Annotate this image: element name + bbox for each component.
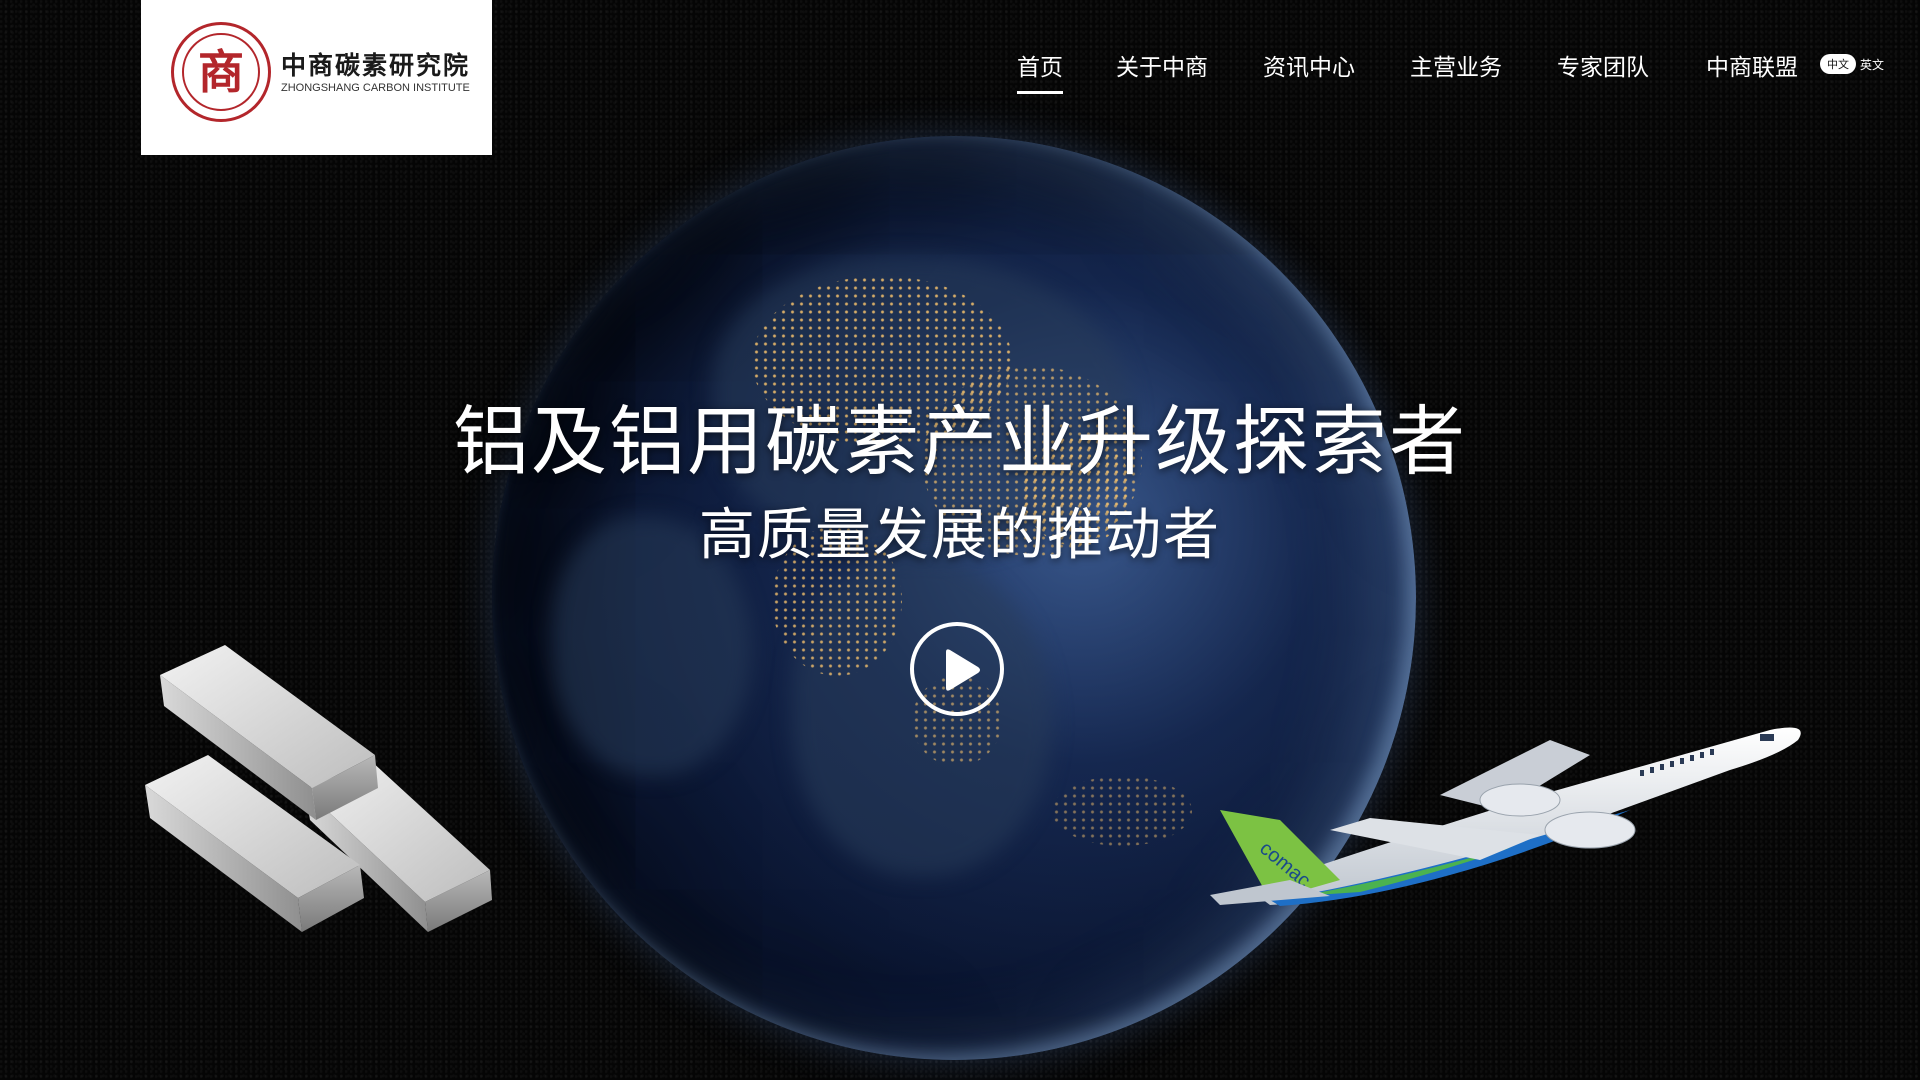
hero-subtitle: 高质量发展的推动者 bbox=[699, 503, 1221, 568]
airplane-image: comac bbox=[1210, 727, 1801, 906]
lang-chinese-button[interactable]: 中文 bbox=[1820, 54, 1856, 74]
logo-seal-char: 商 bbox=[182, 33, 260, 111]
site-logo[interactable]: 商 中商碳素研究院 ZHONGSHANG CARBON INSTITUTE bbox=[141, 0, 492, 155]
nav-item-home[interactable]: 首页 bbox=[1017, 48, 1063, 94]
hero-stage: 商 中商碳素研究院 ZHONGSHANG CARBON INSTITUTE 首页… bbox=[0, 0, 1920, 1080]
logo-seal-icon: 商 bbox=[171, 22, 271, 122]
language-switch: 中文 英文 bbox=[1820, 54, 1884, 74]
nav-item-experts[interactable]: 专家团队 bbox=[1557, 48, 1649, 82]
play-video-button[interactable] bbox=[910, 622, 1004, 716]
hero-title: 铝及铝用碳素产业升级探索者 bbox=[453, 397, 1467, 486]
aluminium-ingot-image bbox=[145, 645, 492, 932]
nav-item-business[interactable]: 主营业务 bbox=[1410, 48, 1502, 82]
play-icon bbox=[946, 649, 980, 691]
nav-item-news[interactable]: 资讯中心 bbox=[1263, 48, 1355, 82]
nav-item-about[interactable]: 关于中商 bbox=[1116, 48, 1208, 82]
logo-name-cn: 中商碳素研究院 bbox=[281, 51, 471, 80]
nav-item-alliance[interactable]: 中商联盟 bbox=[1706, 48, 1798, 82]
logo-name-en: ZHONGSHANG CARBON INSTITUTE bbox=[281, 82, 470, 94]
lang-english-button[interactable]: 英文 bbox=[1860, 56, 1884, 73]
